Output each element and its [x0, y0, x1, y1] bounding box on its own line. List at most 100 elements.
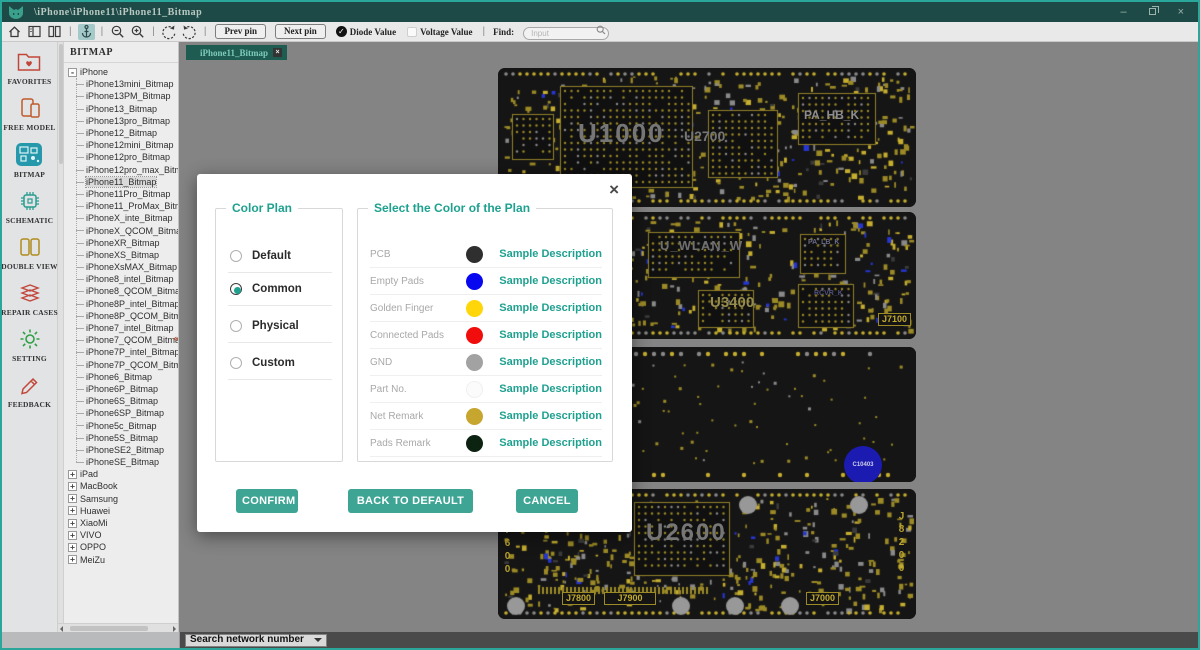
- tree-item[interactable]: iPhone12mini_Bitmap: [86, 139, 178, 151]
- radio-icon[interactable]: [230, 250, 242, 262]
- next-pin-button[interactable]: Next pin: [275, 24, 326, 39]
- tree-root-oppo[interactable]: +OPPO: [68, 541, 178, 553]
- expand-plus-icon[interactable]: +: [68, 470, 77, 479]
- color-swatch[interactable]: [466, 246, 483, 263]
- color-swatch[interactable]: [466, 354, 483, 371]
- tree-item[interactable]: iPhone12pro_Bitmap: [86, 151, 178, 163]
- sample-description-link[interactable]: Sample Description: [499, 356, 602, 368]
- tree-root-iphone[interactable]: -iPhone: [68, 66, 178, 78]
- sample-description-link[interactable]: Sample Description: [499, 248, 602, 260]
- locate-button[interactable]: [78, 24, 95, 40]
- zoom-out-button[interactable]: [109, 24, 126, 40]
- tree-item[interactable]: iPhone13PM_Bitmap: [86, 90, 178, 102]
- tree-item[interactable]: iPhone6S_Bitmap: [86, 395, 178, 407]
- tree-horizontal-scrollbar[interactable]: [58, 623, 178, 632]
- tree-root-xiaomi[interactable]: +XiaoMi: [68, 517, 178, 529]
- prev-pin-button[interactable]: Prev pin: [215, 24, 266, 39]
- expand-plus-icon[interactable]: +: [68, 519, 77, 528]
- color-swatch[interactable]: [466, 327, 483, 344]
- tree-item[interactable]: iPhoneXS_Bitmap: [86, 249, 178, 261]
- tab-close-icon[interactable]: ×: [273, 48, 282, 57]
- back-to-default-button[interactable]: BACK TO DEFAULT: [348, 489, 473, 513]
- tree-root-macbook[interactable]: +MacBook: [68, 480, 178, 492]
- color-swatch[interactable]: [466, 408, 483, 425]
- scrollbar-thumb[interactable]: [70, 626, 148, 631]
- expand-plus-icon[interactable]: +: [68, 482, 77, 491]
- expand-plus-icon[interactable]: +: [68, 494, 77, 503]
- sidebar-item-free-model[interactable]: FREE MODEL: [3, 96, 55, 132]
- tree-root-vivo[interactable]: +VIVO: [68, 529, 178, 541]
- sidebar-item-double-view[interactable]: DOUBLE VIEW: [1, 235, 57, 271]
- sidebar-item-bitmap[interactable]: BITMAP: [14, 142, 45, 179]
- voltage-value-checkbox[interactable]: Voltage Value: [407, 27, 472, 37]
- tree-item[interactable]: iPhoneXsMAX_Bitmap: [86, 261, 178, 273]
- tree-item[interactable]: iPhone7_QCOM_Bitmap: [86, 334, 178, 346]
- sample-description-link[interactable]: Sample Description: [499, 329, 602, 341]
- tree-item[interactable]: iPhone7P_QCOM_Bitmap: [86, 359, 178, 371]
- diode-value-checkbox[interactable]: ✓ Diode Value: [336, 26, 396, 37]
- tree-item[interactable]: iPhone13_Bitmap: [86, 103, 178, 115]
- tree-item[interactable]: iPhone8P_intel_Bitmap: [86, 298, 178, 310]
- tree-item[interactable]: iPhone6P_Bitmap: [86, 383, 178, 395]
- sample-description-link[interactable]: Sample Description: [499, 302, 602, 314]
- radio-icon[interactable]: [230, 320, 242, 332]
- radio-selected-icon[interactable]: [230, 283, 242, 295]
- radio-option-custom[interactable]: Custom: [230, 357, 295, 369]
- tree-item[interactable]: iPhoneX_QCOM_Bitmap: [86, 224, 178, 236]
- tree-item[interactable]: iPhone8_QCOM_Bitmap: [86, 285, 178, 297]
- tree-item[interactable]: iPhone8_intel_Bitmap: [86, 273, 178, 285]
- minimize-button[interactable]: –: [1120, 5, 1126, 19]
- zoom-in-button[interactable]: [129, 24, 146, 40]
- sample-description-link[interactable]: Sample Description: [499, 383, 602, 395]
- search-network-select[interactable]: Search network number: [185, 634, 327, 647]
- tree-item[interactable]: iPhone11_ProMax_Bitmap: [86, 200, 178, 212]
- tree-vertical-scrollbar[interactable]: [58, 42, 64, 623]
- expand-plus-icon[interactable]: +: [68, 531, 77, 540]
- tab-iphone11-bitmap[interactable]: iPhone11_Bitmap ×: [186, 45, 287, 60]
- tree-item[interactable]: iPhone13mini_Bitmap: [86, 78, 178, 90]
- color-swatch[interactable]: [466, 300, 483, 317]
- scrollbar-thumb[interactable]: [59, 44, 63, 164]
- radio-icon[interactable]: [230, 357, 242, 369]
- expand-plus-icon[interactable]: +: [68, 543, 77, 552]
- tree-item[interactable]: iPhoneXR_Bitmap: [86, 237, 178, 249]
- tree-item[interactable]: iPhone7_intel_Bitmap: [86, 322, 178, 334]
- tree-root-huawei[interactable]: +Huawei: [68, 505, 178, 517]
- sidebar-toggle-button[interactable]: [26, 24, 43, 40]
- collapse-minus-icon[interactable]: -: [68, 68, 77, 77]
- tree-item[interactable]: iPhone6_Bitmap: [86, 371, 178, 383]
- tree-item[interactable]: iPhoneSE_Bitmap: [86, 456, 178, 468]
- sidebar-item-schematic[interactable]: SCHEMATIC: [6, 189, 54, 225]
- color-swatch[interactable]: [466, 435, 483, 452]
- tree-item[interactable]: iPhoneSE2_Bitmap: [86, 444, 178, 456]
- close-button[interactable]: ×: [1178, 5, 1184, 19]
- tree-item[interactable]: iPhone13pro_Bitmap: [86, 115, 178, 127]
- tree-root-meizu[interactable]: +MeiZu: [68, 554, 178, 566]
- dialog-close-icon[interactable]: ×: [609, 180, 619, 200]
- sidebar-item-repair-cases[interactable]: REPAIR CASES: [1, 281, 58, 317]
- tree-item[interactable]: iPhone8P_QCOM_Bitmap: [86, 310, 178, 322]
- confirm-button[interactable]: CONFIRM: [236, 489, 298, 513]
- dual-panel-button[interactable]: [46, 24, 63, 40]
- tree-item[interactable]: iPhone5S_Bitmap: [86, 432, 178, 444]
- tree-root-ipad[interactable]: +iPad: [68, 468, 178, 480]
- cancel-button[interactable]: CANCEL: [516, 489, 578, 513]
- sidebar-item-favorites[interactable]: FAVORITES: [8, 50, 52, 86]
- tree-item[interactable]: iPhone7P_intel_Bitmap: [86, 346, 178, 358]
- sidebar-item-feedback[interactable]: FEEDBACK: [8, 373, 51, 409]
- scroll-left-icon[interactable]: [60, 626, 63, 632]
- tree-item[interactable]: iPhone11_Bitmap: [86, 176, 178, 188]
- tree-item[interactable]: iPhone12pro_max_Bitmap: [86, 164, 178, 176]
- sample-description-link[interactable]: Sample Description: [499, 275, 602, 287]
- radio-option-common[interactable]: Common: [230, 283, 302, 295]
- tree-item[interactable]: iPhone12_Bitmap: [86, 127, 178, 139]
- rotate-cw-button[interactable]: [181, 24, 198, 40]
- rotate-ccw-button[interactable]: [161, 24, 178, 40]
- tree-item[interactable]: iPhone5c_Bitmap: [86, 419, 178, 431]
- tree-root-samsung[interactable]: +Samsung: [68, 493, 178, 505]
- sample-description-link[interactable]: Sample Description: [499, 410, 602, 422]
- tree-item[interactable]: iPhone11Pro_Bitmap: [86, 188, 178, 200]
- restore-button[interactable]: [1149, 5, 1156, 19]
- sample-description-link[interactable]: Sample Description: [499, 437, 602, 449]
- color-swatch[interactable]: [466, 381, 483, 398]
